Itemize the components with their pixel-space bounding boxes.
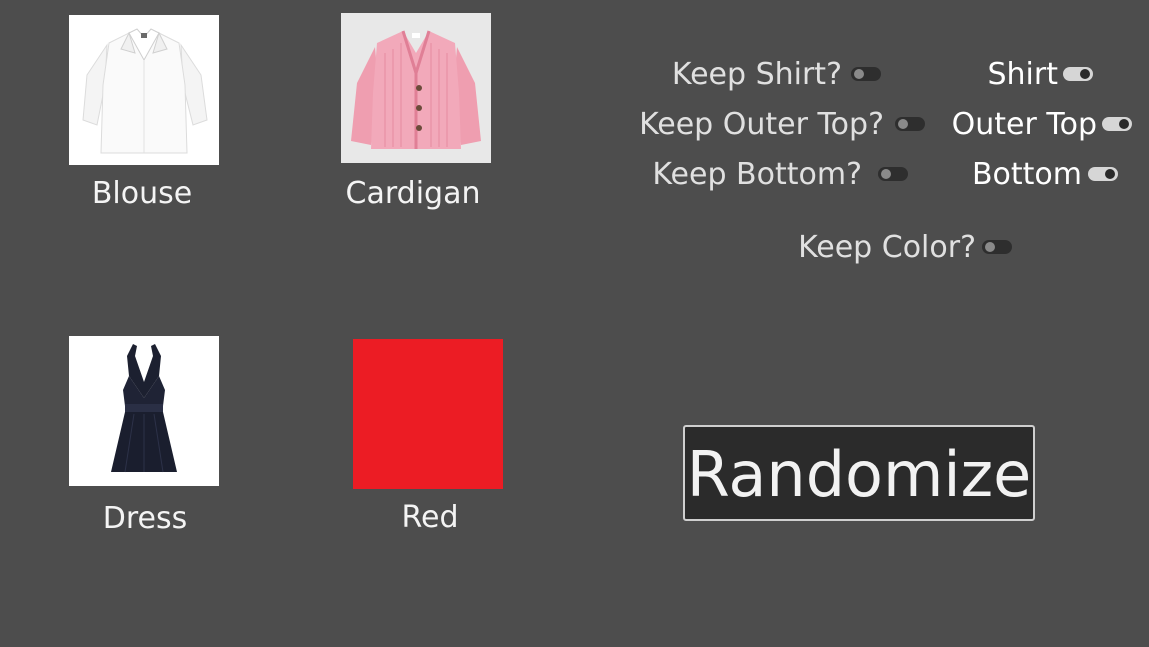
toggle-knob xyxy=(881,169,891,179)
toggle-knob xyxy=(854,69,864,79)
keep-bottom-label: Keep Bottom? xyxy=(652,157,862,192)
outer-top-category-label: Outer Top xyxy=(951,107,1097,142)
cardigan-image xyxy=(341,13,491,163)
keep-shirt-label: Keep Shirt? xyxy=(671,57,842,92)
toggle-knob xyxy=(898,119,908,129)
bottom-category-toggle[interactable] xyxy=(1088,167,1118,181)
toggle-knob xyxy=(1119,119,1129,129)
shirt-item-label: Blouse xyxy=(91,176,193,211)
outer-top-category-toggle[interactable] xyxy=(1102,117,1132,131)
keep-color-label: Keep Color? xyxy=(798,230,976,265)
keep-bottom-toggle[interactable] xyxy=(878,167,908,181)
toggle-knob xyxy=(1080,69,1090,79)
randomize-button[interactable]: Randomize xyxy=(683,425,1035,521)
blouse-image xyxy=(69,15,219,165)
bottom-item-label: Dress xyxy=(102,501,188,536)
keep-outer-top-label: Keep Outer Top? xyxy=(639,107,884,142)
toggle-knob xyxy=(1105,169,1115,179)
outer-top-item-label: Cardigan xyxy=(345,176,481,211)
red-color-swatch xyxy=(353,339,503,489)
keep-shirt-toggle[interactable] xyxy=(851,67,881,81)
color-item-label: Red xyxy=(401,500,459,535)
toggle-knob xyxy=(985,242,995,252)
shirt-category-toggle[interactable] xyxy=(1063,67,1093,81)
bottom-category-label: Bottom xyxy=(971,157,1082,192)
shirt-category-label: Shirt xyxy=(987,57,1059,92)
keep-outer-top-toggle[interactable] xyxy=(895,117,925,131)
dress-image xyxy=(69,336,219,486)
keep-color-toggle[interactable] xyxy=(982,240,1012,254)
